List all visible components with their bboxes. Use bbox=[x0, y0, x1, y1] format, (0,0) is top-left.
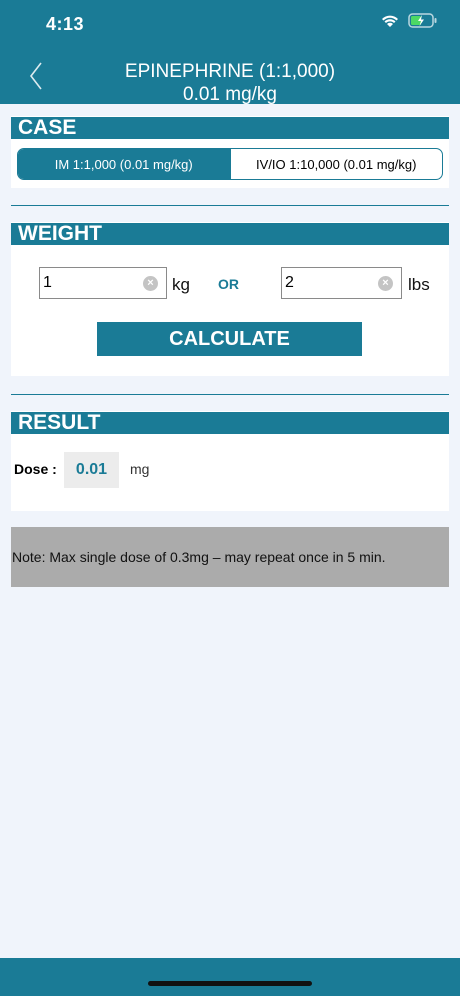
weight-kg-value: 1 bbox=[43, 274, 52, 291]
dosage-note: Note: Max single dose of 0.3mg – may rep… bbox=[11, 527, 449, 587]
clear-icon[interactable]: × bbox=[378, 276, 393, 291]
bottom-bar bbox=[0, 958, 460, 996]
dose-label: Dose : bbox=[14, 461, 57, 477]
battery-charging-icon bbox=[408, 13, 437, 28]
result-header: RESULT bbox=[11, 412, 449, 434]
nav-title: EPINEPHRINE (1:1,000) 0.01 mg/kg bbox=[0, 60, 460, 106]
case-header: CASE bbox=[11, 117, 449, 139]
status-icons bbox=[380, 13, 438, 28]
dose-unit: mg bbox=[130, 461, 150, 477]
calculate-button[interactable]: CALCULATE bbox=[97, 322, 362, 356]
kg-unit-label: kg bbox=[172, 275, 190, 294]
lbs-unit-label: lbs bbox=[408, 275, 430, 294]
wifi-icon bbox=[382, 15, 398, 27]
nav-title-drug: EPINEPHRINE (1:1,000) bbox=[124, 61, 336, 82]
status-time: 4:13 bbox=[46, 14, 85, 34]
or-label: OR bbox=[218, 276, 239, 292]
weight-header: WEIGHT bbox=[11, 223, 449, 245]
weight-kg-input[interactable]: 1 × bbox=[39, 267, 167, 299]
case-option-im[interactable]: IM 1:1,000 (0.01 mg/kg) bbox=[18, 149, 230, 179]
section-divider bbox=[11, 205, 449, 206]
case-option-iv-io[interactable]: IV/IO 1:10,000 (0.01 mg/kg) bbox=[229, 149, 443, 179]
nav-header: 4:13 EPINEPHRINE (1:1,000) 0.01 mg/kg bbox=[0, 0, 460, 106]
case-segmented-control: IM 1:1,000 (0.01 mg/kg) IV/IO 1:10,000 (… bbox=[17, 148, 443, 180]
home-indicator[interactable] bbox=[148, 981, 312, 986]
dose-value: 0.01 bbox=[64, 452, 119, 488]
section-divider bbox=[11, 394, 449, 395]
weight-lbs-value: 2 bbox=[285, 274, 294, 291]
weight-lbs-input[interactable]: 2 × bbox=[281, 267, 402, 299]
nav-title-dose: 0.01 mg/kg bbox=[183, 84, 277, 105]
clear-icon[interactable]: × bbox=[143, 276, 158, 291]
